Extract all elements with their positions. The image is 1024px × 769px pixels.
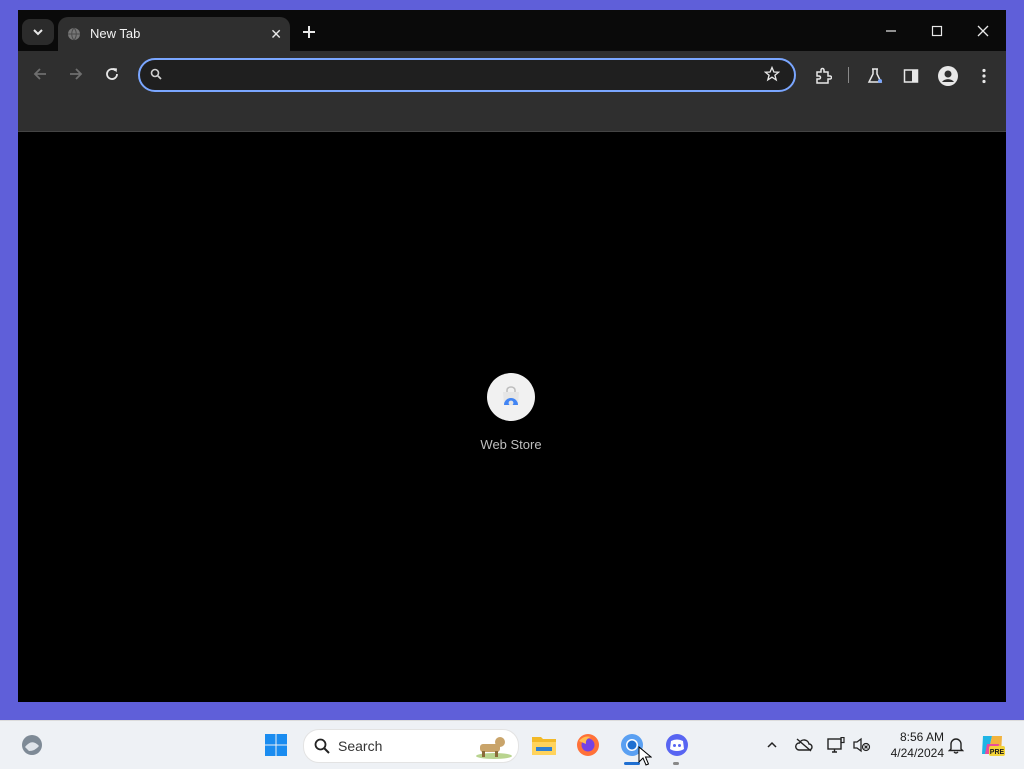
shortcut-label: Web Store — [480, 437, 542, 452]
show-hidden-icons-button[interactable] — [762, 735, 782, 755]
start-button[interactable] — [260, 729, 292, 761]
close-tab-icon[interactable]: ✕ — [270, 27, 282, 41]
extensions-button[interactable] — [811, 64, 835, 88]
mouse-cursor-icon — [638, 746, 652, 766]
chevron-down-icon — [33, 29, 43, 36]
menu-button[interactable] — [972, 64, 996, 88]
browser-titlebar: New Tab ✕ — [18, 10, 1006, 51]
firefox-icon — [577, 734, 599, 756]
minimize-icon — [886, 30, 896, 32]
bookmark-star-icon[interactable] — [764, 66, 780, 82]
chevron-up-icon — [767, 741, 777, 748]
reload-button[interactable] — [98, 60, 126, 88]
close-icon — [977, 25, 989, 37]
search-icon — [314, 738, 330, 754]
copilot-badge: PRE — [990, 749, 1005, 756]
notification-bell-icon — [948, 738, 964, 754]
arrow-left-icon — [33, 68, 46, 80]
address-bar[interactable] — [138, 58, 796, 92]
tab-search-button[interactable] — [22, 19, 54, 45]
side-panel-icon — [903, 69, 919, 83]
clock-time: 8:56 AM — [899, 730, 944, 744]
start-icon — [265, 734, 287, 756]
back-button[interactable] — [26, 60, 54, 88]
puzzle-icon — [816, 67, 832, 84]
browser-window: New Tab ✕ Web Store — [18, 10, 1006, 702]
notifications-button[interactable] — [946, 735, 966, 755]
onedrive-offline-icon — [795, 738, 813, 752]
kebab-menu-icon — [982, 68, 986, 84]
file-explorer-button[interactable] — [528, 729, 560, 761]
toolbar-divider — [848, 67, 849, 83]
new-tab-page: Web Store — [18, 132, 1006, 702]
taskbar-clock[interactable]: 8:56 AM 4/24/2024 — [880, 729, 944, 761]
browser-toolbar — [18, 51, 1006, 132]
tab-new-tab[interactable]: New Tab ✕ — [58, 17, 290, 51]
taskbar-search-label: Search — [338, 738, 383, 754]
file-explorer-icon — [532, 737, 556, 755]
side-panel-button[interactable] — [899, 64, 923, 88]
shortcut-web-store[interactable]: Web Store — [469, 373, 553, 452]
reload-icon — [106, 68, 118, 80]
onedrive-tray-icon-button[interactable] — [794, 735, 814, 755]
search-icon — [150, 68, 162, 80]
discord-running-indicator — [673, 762, 679, 765]
widgets-icon — [22, 735, 42, 755]
shortcut-icon-circle — [487, 373, 535, 421]
search-highlight-art-icon — [476, 737, 512, 759]
volume-tray-button[interactable] — [852, 735, 872, 755]
taskbar-search-box[interactable]: Search — [303, 729, 519, 763]
arrow-right-icon — [70, 68, 83, 80]
volume-muted-icon — [853, 737, 871, 753]
close-window-button[interactable] — [967, 18, 999, 44]
tab-title: New Tab — [90, 26, 141, 41]
globe-icon — [68, 27, 80, 41]
copilot-icon: PRE — [982, 736, 1005, 756]
widgets-button[interactable] — [16, 729, 48, 761]
profile-button[interactable] — [936, 64, 960, 88]
plus-icon — [303, 26, 315, 38]
minimize-button[interactable] — [875, 18, 907, 44]
firefox-button[interactable] — [572, 729, 604, 761]
discord-icon — [666, 734, 688, 756]
copilot-button[interactable]: PRE — [976, 729, 1008, 761]
address-input[interactable] — [172, 64, 736, 88]
forward-button[interactable] — [62, 60, 90, 88]
taskbar: Search 8:56 AM 4/24/2024 PRE — [0, 720, 1024, 769]
labs-button[interactable] — [863, 64, 887, 88]
clock-date: 4/24/2024 — [890, 746, 944, 760]
avatar-icon — [938, 66, 958, 86]
chrome-web-store-icon — [503, 386, 519, 406]
discord-button[interactable] — [661, 729, 693, 761]
maximize-icon — [931, 25, 943, 37]
network-tray-button[interactable] — [826, 735, 846, 755]
display-icon — [827, 737, 845, 753]
new-tab-button[interactable] — [298, 21, 320, 43]
flask-icon — [867, 68, 883, 83]
maximize-button[interactable] — [921, 18, 953, 44]
